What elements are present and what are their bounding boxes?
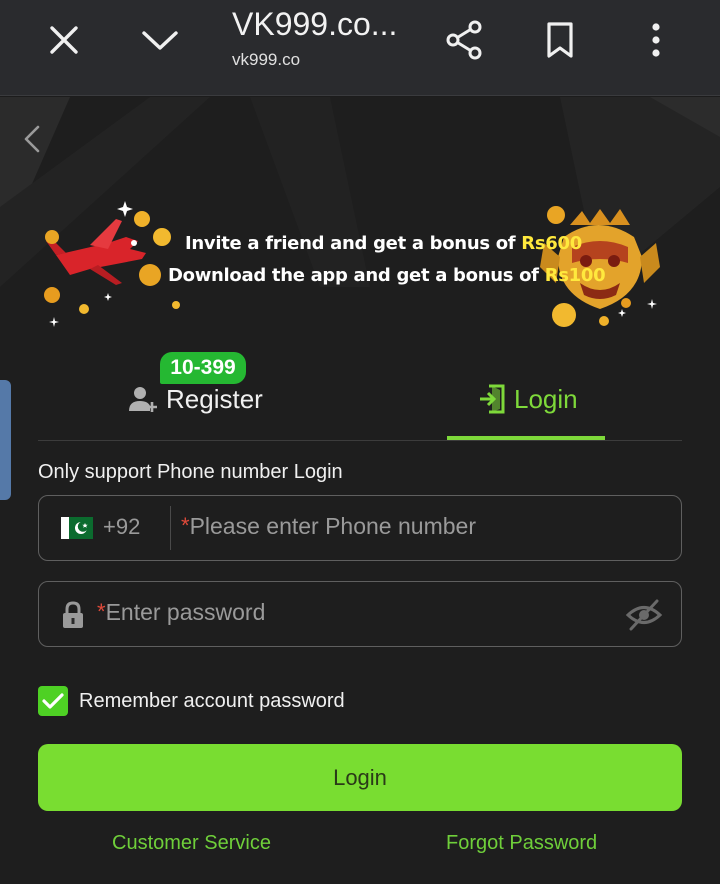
page-title: VK999.co... — [232, 6, 398, 42]
eye-off-icon[interactable] — [625, 598, 663, 632]
remember-checkbox[interactable] — [38, 686, 68, 716]
customer-service-link[interactable]: Customer Service — [112, 832, 271, 855]
lock-icon — [63, 601, 83, 628]
field-divider — [170, 506, 171, 550]
password-placeholder[interactable]: Enter password — [106, 599, 266, 626]
forgot-password-link[interactable]: Forgot Password — [446, 832, 597, 855]
more-vert-icon[interactable] — [632, 20, 680, 60]
back-chevron-icon[interactable] — [14, 121, 50, 157]
add-user-icon — [129, 387, 157, 412]
plane-icon — [46, 219, 146, 285]
pakistan-flag-icon[interactable] — [61, 517, 93, 539]
close-icon[interactable] — [40, 20, 88, 60]
banner-invite-text: Invite a friend and get a bonus of Rs600 — [185, 233, 582, 254]
phone-input[interactable]: * Please enter Phone number — [181, 513, 476, 540]
share-icon[interactable] — [440, 20, 488, 60]
auth-tabs: 10-399 Register Login — [38, 347, 682, 441]
page-url[interactable]: vk999.co — [232, 50, 300, 70]
phone-placeholder[interactable]: Please enter Phone number — [190, 513, 476, 540]
tab-login-label: Login — [514, 383, 578, 414]
tab-login[interactable]: Login — [478, 381, 578, 417]
remember-password-row[interactable]: Remember account password — [38, 686, 345, 716]
phone-login-note: Only support Phone number Login — [38, 461, 343, 483]
promo-banner[interactable]: Invite a friend and get a bonus of Rs600… — [30, 197, 690, 337]
country-code[interactable]: +92 — [103, 514, 140, 540]
login-button[interactable]: Login — [38, 744, 682, 811]
active-tab-indicator — [447, 436, 605, 440]
phone-number-field[interactable]: +92 * Please enter Phone number — [38, 495, 682, 561]
browser-toolbar: VK999.co... vk999.co — [0, 0, 720, 96]
password-input[interactable]: * Enter password — [97, 599, 265, 626]
golden-mask-icon — [540, 209, 660, 309]
required-mark: * — [181, 513, 190, 538]
bookmark-icon[interactable] — [536, 20, 584, 60]
remember-label[interactable]: Remember account password — [79, 690, 345, 713]
chevron-down-icon[interactable] — [136, 20, 184, 60]
banner-download-text: Download the app and get a bonus of Rs10… — [168, 265, 606, 286]
login-page: Invite a friend and get a bonus of Rs600… — [0, 97, 720, 884]
tab-register[interactable]: Register — [128, 381, 263, 417]
required-mark: * — [97, 599, 106, 624]
login-door-icon — [480, 384, 505, 414]
register-bonus-badge: 10-399 — [160, 352, 246, 384]
check-icon — [42, 693, 64, 709]
password-field[interactable]: * Enter password — [38, 581, 682, 647]
tab-register-label: Register — [166, 383, 263, 414]
side-drawer-handle[interactable] — [0, 380, 11, 500]
